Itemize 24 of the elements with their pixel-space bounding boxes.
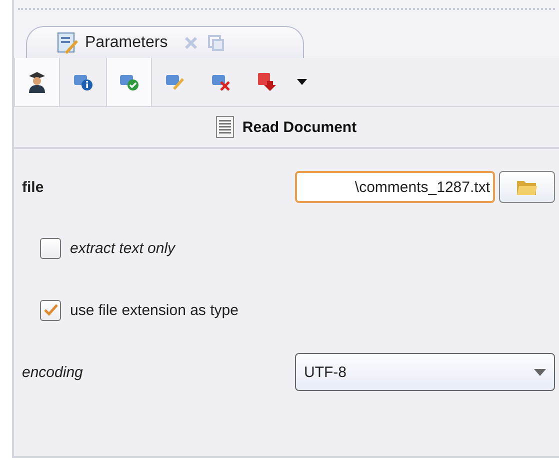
encoding-dropdown[interactable]: UTF-8 xyxy=(295,353,555,391)
parameter-label: file xyxy=(22,178,44,196)
toolbar-button[interactable] xyxy=(14,58,60,106)
info-icon xyxy=(73,73,93,91)
import-icon xyxy=(257,72,277,92)
tab-title: Parameters xyxy=(85,34,168,52)
checkbox[interactable] xyxy=(40,300,61,320)
file-field[interactable]: \comments_1287.txt xyxy=(295,171,495,203)
delete-icon xyxy=(211,73,231,91)
folder-icon xyxy=(516,178,538,196)
checkbox[interactable] xyxy=(40,238,61,258)
caret-icon xyxy=(297,79,307,85)
caret-icon xyxy=(534,368,546,376)
document-pencil-icon xyxy=(57,32,79,54)
parameter-label: extract text only xyxy=(70,240,176,256)
graduate-icon xyxy=(27,71,47,93)
pencil-icon xyxy=(165,73,185,91)
browse-button[interactable] xyxy=(499,171,555,203)
operator-title: Read Document xyxy=(242,118,357,136)
document-icon xyxy=(216,116,234,138)
checkmark-icon xyxy=(44,304,58,316)
parameter-label: use file extension as type xyxy=(70,302,238,318)
check-icon xyxy=(119,73,139,91)
parameter-label: encoding xyxy=(22,364,83,380)
